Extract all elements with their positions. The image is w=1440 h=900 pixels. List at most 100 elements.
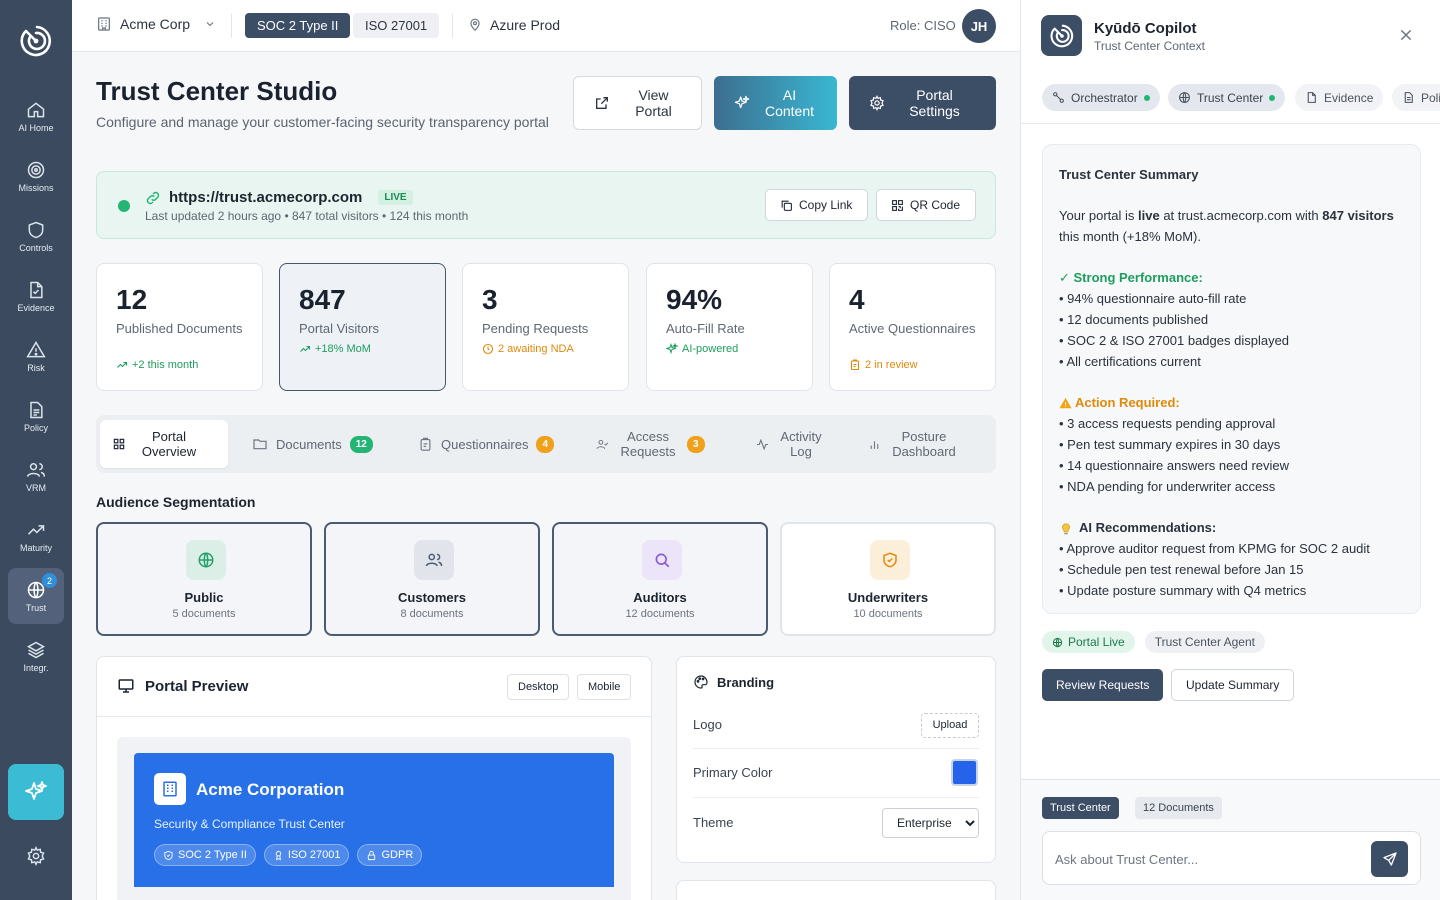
nav-item-maturity[interactable]: Maturity xyxy=(8,508,64,564)
stat-label: Auto-Fill Rate xyxy=(666,321,745,336)
view-portal-button[interactable]: View Portal xyxy=(573,76,702,130)
nav-label: VRM xyxy=(26,482,46,493)
user-avatar[interactable]: JH xyxy=(962,9,996,43)
search-icon xyxy=(655,553,670,568)
divider xyxy=(231,14,232,38)
segment-underwriters[interactable]: Underwriters 10 documents xyxy=(780,522,996,636)
nav-item-missions[interactable]: Missions xyxy=(8,148,64,204)
summary-item: • Schedule pen test renewal before Jan 1… xyxy=(1059,561,1304,577)
environment-selector[interactable]: Azure Prod xyxy=(468,17,560,33)
nav-item-vrm[interactable]: VRM xyxy=(8,448,64,504)
document-icon xyxy=(30,401,43,418)
copilot-summary-message: Trust Center Summary Your portal is live… xyxy=(1042,144,1421,614)
upload-logo-button[interactable]: Upload xyxy=(921,713,979,738)
segment-customers[interactable]: Customers 8 documents xyxy=(324,522,540,636)
environment-name: Azure Prod xyxy=(490,17,561,33)
globe-icon xyxy=(198,552,214,568)
stat-active-questionnaires[interactable]: 4 Active Questionnaires 2 in review xyxy=(829,263,996,391)
live-status-dot xyxy=(118,200,130,212)
review-requests-button[interactable]: Review Requests xyxy=(1042,669,1164,701)
portal-preview-title: Portal Preview xyxy=(145,677,249,695)
questionnaires-count-badge: 4 xyxy=(536,435,555,453)
tab-portal-overview[interactable]: Portal Overview xyxy=(100,420,228,468)
portal-settings-button[interactable]: Portal Settings xyxy=(849,76,996,130)
tag-text: Portal Live xyxy=(1068,635,1125,649)
tab-label: Posture Dashboard xyxy=(892,429,956,459)
nav-item-trust[interactable]: Trust 2 xyxy=(8,568,64,624)
tab-questionnaires[interactable]: Questionnaires 4 xyxy=(406,420,566,468)
segment-auditors[interactable]: Auditors 12 documents xyxy=(552,522,768,636)
context-chip-documents[interactable]: 12 Documents xyxy=(1135,797,1222,819)
ai-content-button[interactable]: AI Content xyxy=(714,76,837,130)
stat-portal-visitors[interactable]: 847 Portal Visitors +18% MoM xyxy=(279,263,446,391)
context-chip-trust-center[interactable]: Trust Center xyxy=(1042,797,1119,819)
stat-delta-text: +18% MoM xyxy=(315,343,371,355)
summary-item: • Pen test summary expires in 30 days xyxy=(1059,436,1281,452)
summary-item: • 94% questionnaire auto-fill rate xyxy=(1059,291,1247,307)
qr-code-button[interactable]: QR Code xyxy=(876,189,976,221)
badge-text: ISO 27001 xyxy=(287,849,341,861)
framework-iso27001[interactable]: ISO 27001 xyxy=(353,13,440,38)
chip-evidence[interactable]: Evidence xyxy=(1295,84,1384,111)
tab-access-requests[interactable]: Access Requests 3 xyxy=(584,420,717,468)
chip-policy[interactable]: Poli xyxy=(1392,84,1440,111)
stat-label: Active Questionnaires xyxy=(849,321,976,336)
portal-url[interactable]: https://trust.acmecorp.com xyxy=(169,189,362,206)
copy-link-button[interactable]: Copy Link xyxy=(765,189,868,221)
tab-posture-dashboard[interactable]: Posture Dashboard xyxy=(856,420,971,468)
chip-trust-center[interactable]: Trust Center xyxy=(1168,84,1286,111)
stat-value: 3 xyxy=(482,284,498,315)
file-icon xyxy=(30,281,43,298)
location-pin-icon xyxy=(470,18,480,32)
framework-soc2[interactable]: SOC 2 Type II xyxy=(245,13,351,38)
users-icon xyxy=(26,462,46,477)
nav-item-evidence[interactable]: Evidence xyxy=(8,268,64,324)
ai-assistant-button[interactable] xyxy=(8,764,64,820)
segment-name: Customers xyxy=(398,590,466,605)
stat-value: 847 xyxy=(299,284,346,315)
qr-code-label: QR Code xyxy=(910,198,961,212)
tab-documents[interactable]: Documents 12 xyxy=(240,420,385,468)
nav-item-ai-home[interactable]: AI Home xyxy=(8,88,64,144)
kyudo-logo-icon[interactable] xyxy=(17,22,55,60)
segment-public[interactable]: Public 5 documents xyxy=(96,522,312,636)
trending-icon xyxy=(27,524,45,535)
portal-url-line: https://trust.acmecorp.com LIVE xyxy=(145,189,413,206)
portal-settings-label: Portal Settings xyxy=(909,87,960,119)
agent-tag: Trust Center Agent xyxy=(1144,631,1265,653)
primary-color-swatch[interactable] xyxy=(951,759,978,786)
copy-link-label: Copy Link xyxy=(799,198,853,212)
nav-item-integrations[interactable]: Integr. xyxy=(8,628,64,684)
preview-badges: SOC 2 Type II ISO 27001 GDPR xyxy=(154,844,423,866)
stat-pending-requests[interactable]: 3 Pending Requests 2 awaiting NDA xyxy=(462,263,629,391)
user-check-icon xyxy=(596,439,609,449)
logo-label: Logo xyxy=(693,717,722,732)
nav-item-risk[interactable]: Risk xyxy=(8,328,64,384)
nav-item-controls[interactable]: Controls xyxy=(8,208,64,264)
tab-activity-log[interactable]: Activity Log xyxy=(744,420,837,468)
intro-text: this month (+18% MoM). xyxy=(1059,228,1201,244)
gear-icon xyxy=(870,95,884,111)
close-icon[interactable] xyxy=(1398,27,1414,43)
chip-orchestrator[interactable]: Orchestrator xyxy=(1042,84,1160,111)
nav-item-policy[interactable]: Policy xyxy=(8,388,64,444)
stat-auto-fill-rate[interactable]: 94% Auto-Fill Rate AI-powered xyxy=(646,263,813,391)
segment-icon-box xyxy=(414,540,454,580)
heading-text: AI Recommendations: xyxy=(1079,520,1217,536)
mobile-view-button[interactable]: Mobile xyxy=(577,674,632,700)
segment-count: 8 documents xyxy=(400,608,464,620)
divider xyxy=(97,716,651,717)
stat-published-documents[interactable]: 12 Published Documents +2 this month xyxy=(96,263,263,391)
send-button[interactable] xyxy=(1371,841,1408,877)
update-summary-button[interactable]: Update Summary xyxy=(1171,669,1295,701)
divider xyxy=(693,748,979,749)
grid-icon xyxy=(113,438,125,450)
shield-icon xyxy=(28,221,44,238)
copilot-chat-input[interactable] xyxy=(1055,846,1355,872)
theme-select[interactable]: Enterprise xyxy=(882,808,979,838)
org-selector[interactable]: Acme Corp xyxy=(96,16,216,32)
monitor-icon xyxy=(118,679,134,693)
settings-gear-icon[interactable] xyxy=(26,846,46,866)
desktop-view-button[interactable]: Desktop xyxy=(507,674,570,700)
